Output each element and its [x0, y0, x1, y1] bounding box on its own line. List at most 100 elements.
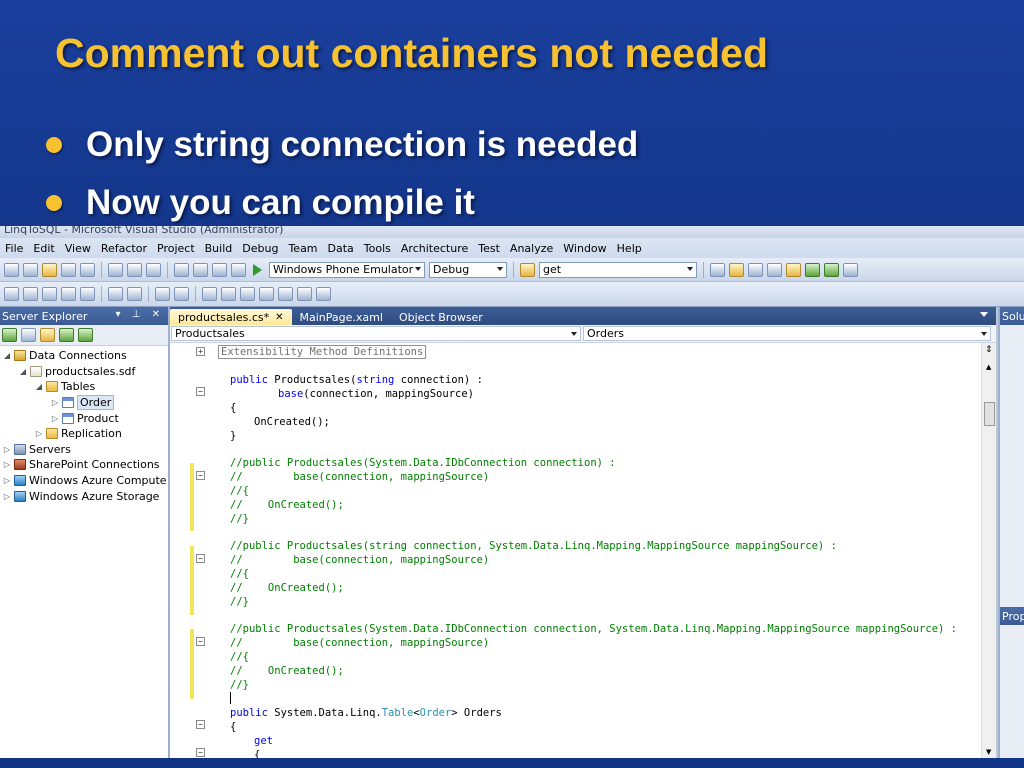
menu-tools[interactable]: Tools — [359, 242, 396, 255]
collapse-outline-icon[interactable]: − — [196, 554, 205, 563]
tab-mainpage-xaml[interactable]: MainPage.xaml — [292, 309, 391, 325]
outdent-icon[interactable] — [80, 287, 95, 301]
class-view-icon[interactable] — [767, 262, 782, 277]
display-quick-info-icon[interactable] — [42, 287, 57, 301]
collapsed-region[interactable]: Extensibility Method Definitions — [218, 345, 427, 359]
tab-object-browser[interactable]: Object Browser — [391, 309, 491, 325]
collapsed-arrow-icon[interactable]: ▷ — [50, 398, 60, 407]
configuration-select[interactable]: Debug — [429, 261, 507, 278]
command-window-icon[interactable] — [843, 262, 858, 277]
clear-bookmarks-icon[interactable] — [297, 287, 312, 301]
previous-bookmark-folder-icon[interactable] — [259, 287, 274, 301]
scrollbar-thumb[interactable] — [984, 402, 995, 426]
connect-to-sharepoint-icon[interactable] — [78, 328, 93, 342]
copy-icon[interactable] — [127, 262, 142, 277]
tab-list-dropdown-icon[interactable] — [980, 312, 988, 317]
menu-build[interactable]: Build — [200, 242, 238, 255]
start-debugging-icon[interactable] — [253, 263, 262, 276]
menu-refactor[interactable]: Refactor — [96, 242, 152, 255]
refresh-icon[interactable] — [2, 328, 17, 342]
paste-icon[interactable] — [146, 262, 161, 277]
target-device-select[interactable]: Windows Phone Emulator — [269, 261, 425, 278]
menu-data[interactable]: Data — [323, 242, 359, 255]
undo-icon[interactable] — [174, 262, 189, 277]
properties-icon[interactable] — [729, 262, 744, 277]
tree-node-tables[interactable]: ◢ Tables — [0, 379, 168, 395]
menu-test[interactable]: Test — [473, 242, 505, 255]
tree-node-productsales[interactable]: ◢ productsales.sdf — [0, 364, 168, 380]
tree-node-data-connections[interactable]: ◢ Data Connections — [0, 348, 168, 364]
menu-edit[interactable]: Edit — [28, 242, 59, 255]
object-browser-icon[interactable] — [748, 262, 763, 277]
collapsed-arrow-icon[interactable]: ▷ — [34, 429, 44, 438]
decrease-indent-icon[interactable] — [127, 287, 142, 301]
start-page-icon[interactable] — [805, 262, 820, 277]
vertical-scrollbar[interactable]: ⇕ ▲ ▼ — [981, 343, 996, 758]
collapsed-arrow-icon[interactable]: ▷ — [2, 476, 12, 485]
member-dropdown[interactable]: Orders — [583, 326, 991, 341]
expand-outline-icon[interactable]: + — [196, 347, 205, 356]
tree-node-replication[interactable]: ▷ Replication — [0, 426, 168, 442]
menu-project[interactable]: Project — [152, 242, 200, 255]
display-object-member-list-icon[interactable] — [4, 287, 19, 301]
display-parameter-info-icon[interactable] — [23, 287, 38, 301]
navigate-forward-icon[interactable] — [231, 262, 246, 277]
expanded-arrow-icon[interactable]: ◢ — [2, 351, 12, 360]
find-icon[interactable] — [316, 287, 331, 301]
collapse-outline-icon[interactable]: − — [196, 720, 205, 729]
collapsed-arrow-icon[interactable]: ▷ — [2, 445, 12, 454]
menu-window[interactable]: Window — [558, 242, 611, 255]
display-word-completion-icon[interactable] — [61, 287, 76, 301]
tree-node-azure-storage[interactable]: ▷ Windows Azure Storage — [0, 488, 168, 504]
menu-architecture[interactable]: Architecture — [396, 242, 473, 255]
cut-icon[interactable] — [108, 262, 123, 277]
menu-help[interactable]: Help — [612, 242, 647, 255]
connect-to-database-icon[interactable] — [40, 328, 55, 342]
split-handle-icon[interactable]: ⇕ — [985, 345, 993, 355]
connect-to-server-icon[interactable] — [59, 328, 74, 342]
expanded-arrow-icon[interactable]: ◢ — [34, 382, 44, 391]
menu-analyze[interactable]: Analyze — [505, 242, 558, 255]
toolbox-icon[interactable] — [786, 262, 801, 277]
tree-node-sharepoint[interactable]: ▷ SharePoint Connections — [0, 457, 168, 473]
previous-bookmark-icon[interactable] — [221, 287, 236, 301]
collapse-outline-icon[interactable]: − — [196, 637, 205, 646]
menu-view[interactable]: View — [60, 242, 96, 255]
save-all-icon[interactable] — [80, 262, 95, 277]
tree-node-azure-compute[interactable]: ▷ Windows Azure Compute — [0, 473, 168, 489]
collapse-outline-icon[interactable]: − — [196, 748, 205, 757]
find-in-files-icon[interactable] — [520, 262, 535, 277]
tree-node-order[interactable]: ▷ Order — [0, 395, 168, 411]
stop-refresh-icon[interactable] — [21, 328, 36, 342]
comment-lines-icon[interactable] — [155, 287, 170, 301]
scroll-down-icon[interactable]: ▼ — [986, 748, 991, 756]
collapse-outline-icon[interactable]: − — [196, 471, 205, 480]
save-icon[interactable] — [61, 262, 76, 277]
pane-controls-icon[interactable]: ▾ ⊥ ✕ — [116, 309, 164, 320]
new-project-icon[interactable] — [4, 262, 19, 277]
extension-manager-icon[interactable] — [824, 262, 839, 277]
scroll-up-icon[interactable]: ▲ — [986, 363, 991, 371]
add-item-icon[interactable] — [23, 262, 38, 277]
collapsed-arrow-icon[interactable]: ▷ — [2, 460, 12, 469]
type-dropdown[interactable]: Productsales — [171, 326, 581, 341]
collapsed-arrow-icon[interactable]: ▷ — [50, 414, 60, 423]
menu-team[interactable]: Team — [283, 242, 322, 255]
collapsed-arrow-icon[interactable]: ▷ — [2, 492, 12, 501]
bookmark-icon[interactable] — [202, 287, 217, 301]
redo-icon[interactable] — [193, 262, 208, 277]
close-icon[interactable]: ✕ — [275, 312, 283, 323]
tab-productsales-cs[interactable]: productsales.cs* ✕ — [170, 309, 292, 325]
tree-node-servers[interactable]: ▷ Servers — [0, 442, 168, 458]
open-file-icon[interactable] — [42, 262, 57, 277]
collapse-outline-icon[interactable]: − — [196, 387, 205, 396]
uncomment-lines-icon[interactable] — [174, 287, 189, 301]
next-bookmark-folder-icon[interactable] — [278, 287, 293, 301]
menu-debug[interactable]: Debug — [237, 242, 283, 255]
indent-icon[interactable] — [108, 287, 123, 301]
menu-file[interactable]: File — [0, 242, 28, 255]
next-bookmark-icon[interactable] — [240, 287, 255, 301]
expanded-arrow-icon[interactable]: ◢ — [18, 367, 28, 376]
find-combo[interactable]: get — [539, 261, 697, 278]
code-area[interactable]: + − − − − − − Extensibility Method Defin… — [170, 343, 982, 758]
